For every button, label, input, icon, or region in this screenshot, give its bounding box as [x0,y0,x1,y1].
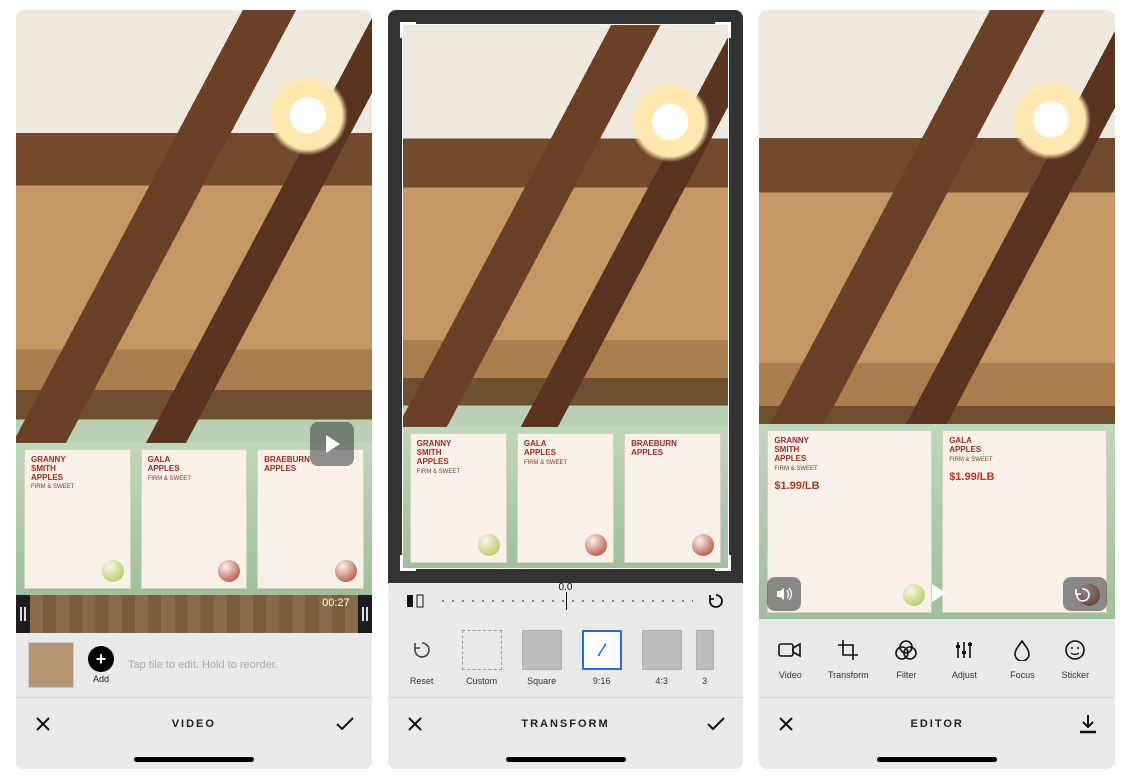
download-icon [1077,713,1099,735]
drop-icon [1008,636,1036,664]
play-icon [326,435,340,453]
tool-transform[interactable]: Transform [819,636,877,680]
confirm-button[interactable] [332,711,358,737]
clip-thumbnail[interactable] [28,642,74,688]
screen-transform: GRANNY SMITH APPLESFIRM & SWEET GALA APP… [388,10,744,769]
crop-corner-tr[interactable] [715,22,731,38]
ratio-reset[interactable]: Reset [394,630,450,686]
play-icon [932,584,946,602]
rotation-value: 0.0 [559,582,573,593]
mute-button[interactable] [767,577,801,611]
cancel-button[interactable] [30,711,56,737]
tool-video[interactable]: Video [761,636,819,680]
reorder-hint: Tap tile to edit. Hold to reorder. [128,659,278,671]
ratio-9-16[interactable]: 9:16 [574,630,630,686]
editor-toolbar: Video Transform Filter Adjust Focus Stic… [759,619,1115,697]
bar-title: EDITOR [911,718,964,730]
tool-focus[interactable]: Focus [993,636,1051,680]
ratio-4-3[interactable]: 4:3 [634,630,690,686]
filmstrip[interactable] [30,595,358,633]
confirm-button[interactable] [703,711,729,737]
home-indicator[interactable] [16,749,372,769]
screen-editor: GRANNY SMITH APPLES FIRM & SWEET $1.99/L… [759,10,1115,769]
rotation-slider[interactable]: 0.0 [438,596,694,606]
sliders-icon [950,636,978,664]
cancel-button[interactable] [773,711,799,737]
trim-timeline[interactable]: 00:27 [16,595,372,633]
undo-button[interactable] [1063,577,1107,611]
sign-braeburn: BRAEBURN APPLES [257,449,364,589]
download-button[interactable] [1075,711,1101,737]
play-button[interactable] [310,422,354,466]
home-indicator[interactable] [388,749,744,769]
trim-handle-right[interactable] [358,595,372,633]
editor-preview[interactable]: GRANNY SMITH APPLES FIRM & SWEET $1.99/L… [759,10,1115,619]
rotate-button[interactable] [703,588,729,614]
cancel-button[interactable] [402,711,428,737]
undo-icon [1074,586,1096,602]
tool-filter[interactable]: Filter [877,636,935,680]
home-indicator[interactable] [759,749,1115,769]
flip-button[interactable] [402,588,428,614]
add-clip-button[interactable]: + Add [88,646,114,684]
ratio-3[interactable]: 3 [694,630,716,686]
video-icon [776,636,804,664]
crop-area[interactable]: GRANNY SMITH APPLESFIRM & SWEET GALA APP… [388,10,744,583]
ratio-toolbar: Reset Custom Square 9:16 4:3 3 [388,619,744,697]
tool-sticker[interactable]: Sticker [1051,636,1099,680]
crop-icon [834,636,862,664]
sticker-icon [1061,636,1089,664]
crop-corner-br[interactable] [715,555,731,571]
bottom-bar: EDITOR [759,697,1115,749]
plus-icon: + [88,646,114,672]
tool-adjust[interactable]: Adjust [935,636,993,680]
screen-video: GRANNY SMITH APPLES FIRM & SWEET GALA AP… [16,10,372,769]
duration-label: 00:27 [322,597,350,609]
crop-corner-bl[interactable] [400,555,416,571]
sign-granny: GRANNY SMITH APPLES FIRM & SWEET [24,449,131,589]
ratio-square[interactable]: Square [514,630,570,686]
speaker-icon [775,585,793,603]
trim-handle-left[interactable] [16,595,30,633]
bottom-bar: TRANSFORM [388,697,744,749]
play-button[interactable] [917,573,957,613]
video-preview[interactable]: GRANNY SMITH APPLES FIRM & SWEET GALA AP… [16,10,372,595]
bar-title: TRANSFORM [521,718,609,730]
ratio-custom[interactable]: Custom [454,630,510,686]
filter-icon [892,636,920,664]
rotation-row: 0.0 [388,583,744,619]
sign-gala: GALA APPLES FIRM & SWEET [141,449,248,589]
crop-corner-tl[interactable] [400,22,416,38]
bottom-bar: VIDEO [16,697,372,749]
clip-row: + Add Tap tile to edit. Hold to reorder. [16,633,372,697]
bar-title: VIDEO [172,718,216,730]
